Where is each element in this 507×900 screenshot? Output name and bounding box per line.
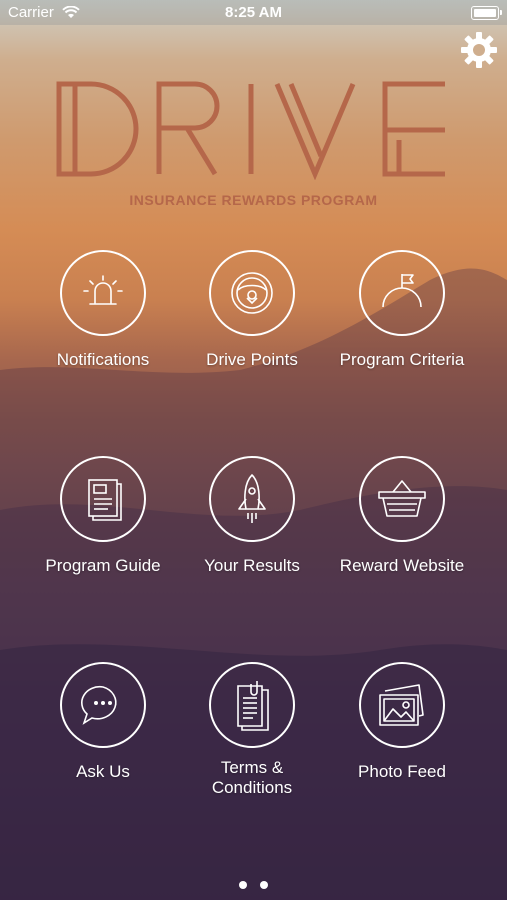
document-guide-icon (88, 479, 122, 521)
battery-icon (471, 6, 502, 20)
terms-conditions-circle[interactable] (209, 662, 295, 748)
notifications-circle[interactable] (60, 250, 146, 336)
tile-notifications[interactable]: Notifications (28, 250, 178, 370)
photo-feed-circle[interactable] (359, 662, 445, 748)
clipboard-icon (237, 681, 269, 731)
tile-label: Terms & Conditions (211, 758, 293, 797)
tile-program-guide[interactable]: Program Guide (28, 456, 178, 576)
ask-us-circle[interactable] (60, 662, 146, 748)
page-indicator[interactable] (0, 876, 507, 894)
tile-reward-website[interactable]: Reward Website (327, 456, 477, 576)
basket-icon (378, 480, 426, 517)
drive-points-circle[interactable] (209, 250, 295, 336)
settings-gear-icon[interactable] (459, 30, 499, 70)
tile-ask-us[interactable]: Ask Us (28, 662, 178, 782)
tile-terms-conditions[interactable]: Terms & Conditions (177, 662, 327, 798)
status-time: 8:25 AM (225, 4, 282, 21)
logo-subtitle: INSURANCE REWARDS PROGRAM (129, 192, 378, 208)
tile-your-results[interactable]: Your Results (177, 456, 327, 576)
program-criteria-circle[interactable] (359, 250, 445, 336)
tile-label: Your Results (204, 556, 300, 575)
tile-label: Photo Feed (358, 762, 446, 781)
tile-photo-feed[interactable]: Photo Feed (327, 662, 477, 782)
page-dot-1[interactable] (239, 881, 248, 889)
tile-program-criteria[interactable]: Program Criteria (327, 250, 477, 370)
your-results-circle[interactable] (209, 456, 295, 542)
rocket-icon (238, 474, 266, 523)
chat-bubble-icon (80, 685, 117, 725)
tile-drive-points[interactable]: Drive Points (177, 250, 327, 370)
tile-label: Drive Points (206, 350, 298, 369)
page-dot-2[interactable] (259, 881, 268, 889)
tile-label: Ask Us (76, 762, 130, 781)
siren-icon (83, 275, 123, 305)
program-guide-circle[interactable] (60, 456, 146, 542)
reward-website-circle[interactable] (359, 456, 445, 542)
tile-label: Reward Website (339, 556, 465, 575)
steering-wheel-icon (231, 272, 273, 314)
photos-icon (379, 684, 424, 726)
drive-logo (56, 81, 445, 180)
tile-label: Program Criteria (339, 350, 465, 369)
tile-label: Program Guide (45, 556, 161, 575)
flag-hill-icon (382, 274, 422, 308)
status-bar: Carrier 8:25 AM (0, 0, 507, 25)
tile-label: Notifications (56, 350, 150, 369)
